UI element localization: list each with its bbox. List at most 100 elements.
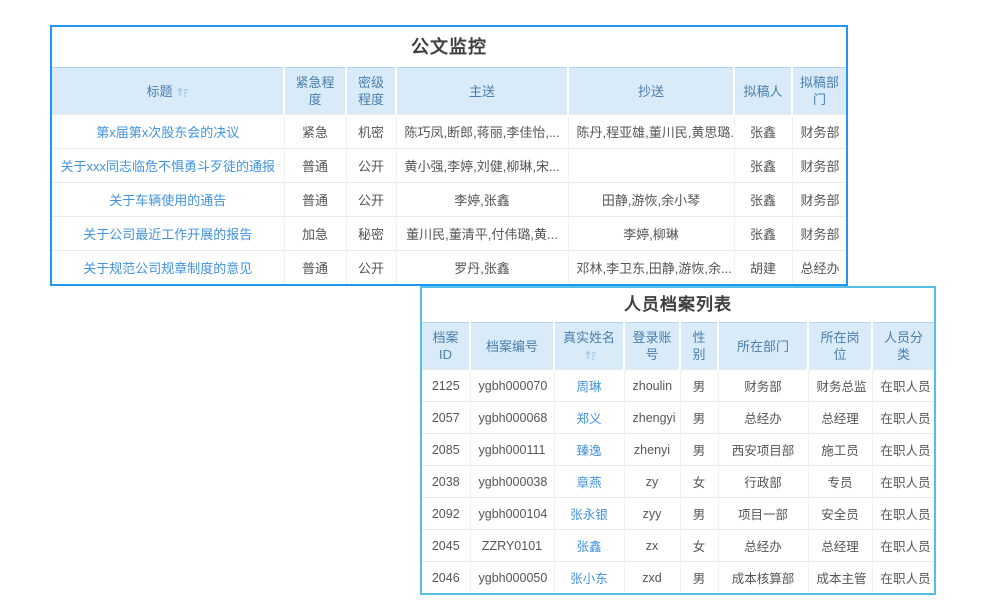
column-header-label: 档案ID [432, 330, 458, 362]
cell-category: 在职人员 [872, 434, 934, 466]
real-name-link[interactable]: 郑义 [576, 412, 601, 426]
cell-real-name: 章燕 [554, 466, 624, 498]
column-header-archive-no: 档案编号 [470, 323, 554, 370]
cell-department: 成本核算部 [718, 562, 808, 594]
table-row: 关于xxx同志临危不惧勇斗歹徒的通报普通公开黄小强,李婷,刘健,柳琳,宋... 张… [52, 149, 846, 183]
doc-monitor-title: 公文监控 [52, 27, 846, 67]
title-link[interactable]: 关于公司最近工作开展的报告 [83, 227, 252, 242]
cell-main-send: 陈巧凤,断郎,蒋丽,李佳怡,... [396, 115, 568, 149]
table-row: 第x届第x次股东会的决议紧急机密陈巧凤,断郎,蒋丽,李佳怡,...陈丹,程亚雄,… [52, 115, 846, 149]
cell-real-name: 张小东 [554, 562, 624, 594]
doc-monitor-table-body: 第x届第x次股东会的决议紧急机密陈巧凤,断郎,蒋丽,李佳怡,...陈丹,程亚雄,… [52, 115, 846, 285]
sort-icon [177, 87, 189, 98]
title-link[interactable]: 关于规范公司规章制度的意见 [83, 261, 252, 276]
column-header-label: 性别 [692, 330, 705, 362]
cell-real-name: 郑义 [554, 402, 624, 434]
column-header-label: 真实姓名 [563, 330, 615, 345]
cell-archive-id: 2038 [422, 466, 470, 498]
cell-drafter: 张鑫 [734, 115, 792, 149]
cell-login-account: zxd [624, 562, 680, 594]
cell-draft-dept: 财务部 [792, 217, 846, 251]
cell-title: 第x届第x次股东会的决议 [52, 115, 284, 149]
column-header-label: 人员分类 [884, 330, 923, 362]
cell-urgency: 普通 [284, 149, 346, 183]
cell-drafter: 张鑫 [734, 183, 792, 217]
personnel-title: 人员档案列表 [422, 288, 934, 322]
column-header-archive-id: 档案ID [422, 323, 470, 370]
cell-archive-no: ygbh000070 [470, 370, 554, 402]
cell-category: 在职人员 [872, 498, 934, 530]
table-row: 2125ygbh000070周琳zhoulin男财务部财务总监在职人员 [422, 370, 934, 402]
cell-drafter: 张鑫 [734, 217, 792, 251]
column-header-label: 拟稿人 [743, 84, 782, 99]
cell-category: 在职人员 [872, 402, 934, 434]
real-name-link[interactable]: 臻逸 [576, 444, 601, 458]
cell-position: 财务总监 [808, 370, 872, 402]
cell-archive-no: ygbh000104 [470, 498, 554, 530]
cell-login-account: zyy [624, 498, 680, 530]
title-link[interactable]: 关于车辆使用的通告 [109, 193, 226, 208]
cell-archive-id: 2125 [422, 370, 470, 402]
column-header-urgency: 紧急程度 [284, 68, 346, 115]
cell-position: 总经理 [808, 530, 872, 562]
cell-position: 安全员 [808, 498, 872, 530]
real-name-link[interactable]: 章燕 [576, 476, 601, 490]
cell-main-send: 黄小强,李婷,刘健,柳琳,宋... [396, 149, 568, 183]
column-header-login-account: 登录账号 [624, 323, 680, 370]
cell-archive-id: 2092 [422, 498, 470, 530]
title-link[interactable]: 关于xxx同志临危不惧勇斗歹徒的通报 [60, 159, 275, 174]
cell-drafter: 张鑫 [734, 149, 792, 183]
column-header-label: 标题 [146, 84, 172, 99]
doc-monitor-table-header: 标题紧急程度密级程度主送抄送拟稿人拟稿部门 [52, 68, 846, 115]
cell-category: 在职人员 [872, 466, 934, 498]
cell-cc: 李婷,柳琳 [568, 217, 734, 251]
table-row: 2046ygbh000050张小东zxd男成本核算部成本主管在职人员 [422, 562, 934, 594]
header-row: 标题紧急程度密级程度主送抄送拟稿人拟稿部门 [52, 68, 846, 115]
cell-cc: 陈丹,程亚雄,董川民,黄思璐... [568, 115, 734, 149]
doc-monitor-card: 公文监控 标题紧急程度密级程度主送抄送拟稿人拟稿部门 第x届第x次股东会的决议紧… [50, 25, 848, 286]
table-row: 关于规范公司规章制度的意见普通公开罗丹,张鑫邓林,李卫东,田静,游恢,余...胡… [52, 251, 846, 285]
personnel-table-header: 档案ID档案编号真实姓名登录账号性别所在部门所在岗位人员分类 [422, 323, 934, 370]
real-name-link[interactable]: 张永银 [570, 508, 608, 522]
cell-login-account: zhenyi [624, 434, 680, 466]
table-row: 2092ygbh000104张永银zyy男项目一部安全员在职人员 [422, 498, 934, 530]
cell-archive-no: ZZRY0101 [470, 530, 554, 562]
personnel-table-body: 2125ygbh000070周琳zhoulin男财务部财务总监在职人员2057y… [422, 370, 934, 594]
cell-main-send: 董川民,董清平,付伟璐,黄... [396, 217, 568, 251]
personnel-card: 人员档案列表 档案ID档案编号真实姓名登录账号性别所在部门所在岗位人员分类 21… [420, 286, 936, 595]
cell-secrecy: 公开 [346, 251, 396, 285]
real-name-link[interactable]: 周琳 [576, 380, 601, 394]
real-name-link[interactable]: 张鑫 [576, 540, 601, 554]
cell-cc: 田静,游恢,余小琴 [568, 183, 734, 217]
column-header-real-name[interactable]: 真实姓名 [554, 323, 624, 370]
cell-secrecy: 公开 [346, 149, 396, 183]
cell-real-name: 张永银 [554, 498, 624, 530]
column-header-main-send: 主送 [396, 68, 568, 115]
cell-secrecy: 公开 [346, 183, 396, 217]
cell-archive-no: ygbh000050 [470, 562, 554, 594]
cell-draft-dept: 总经办 [792, 251, 846, 285]
cell-category: 在职人员 [872, 370, 934, 402]
cell-category: 在职人员 [872, 562, 934, 594]
title-link[interactable]: 第x届第x次股东会的决议 [96, 125, 239, 140]
cell-position: 总经理 [808, 402, 872, 434]
cell-real-name: 张鑫 [554, 530, 624, 562]
table-row: 关于公司最近工作开展的报告加急秘密董川民,董清平,付伟璐,黄...李婷,柳琳张鑫… [52, 217, 846, 251]
cell-draft-dept: 财务部 [792, 149, 846, 183]
column-header-title[interactable]: 标题 [52, 68, 284, 115]
cell-department: 总经办 [718, 530, 808, 562]
header-row: 档案ID档案编号真实姓名登录账号性别所在部门所在岗位人员分类 [422, 323, 934, 370]
cell-cc [568, 149, 734, 183]
column-header-department: 所在部门 [718, 323, 808, 370]
column-header-label: 档案编号 [486, 339, 538, 354]
doc-monitor-table: 标题紧急程度密级程度主送抄送拟稿人拟稿部门 第x届第x次股东会的决议紧急机密陈巧… [52, 67, 846, 284]
cell-position: 施工员 [808, 434, 872, 466]
column-header-cc: 抄送 [568, 68, 734, 115]
cell-urgency: 普通 [284, 251, 346, 285]
cell-position: 专员 [808, 466, 872, 498]
column-header-label: 所在部门 [737, 339, 789, 354]
cell-urgency: 紧急 [284, 115, 346, 149]
table-row: 关于车辆使用的通告普通公开李婷,张鑫田静,游恢,余小琴张鑫财务部 [52, 183, 846, 217]
cell-title: 关于规范公司规章制度的意见 [52, 251, 284, 285]
real-name-link[interactable]: 张小东 [570, 572, 608, 586]
